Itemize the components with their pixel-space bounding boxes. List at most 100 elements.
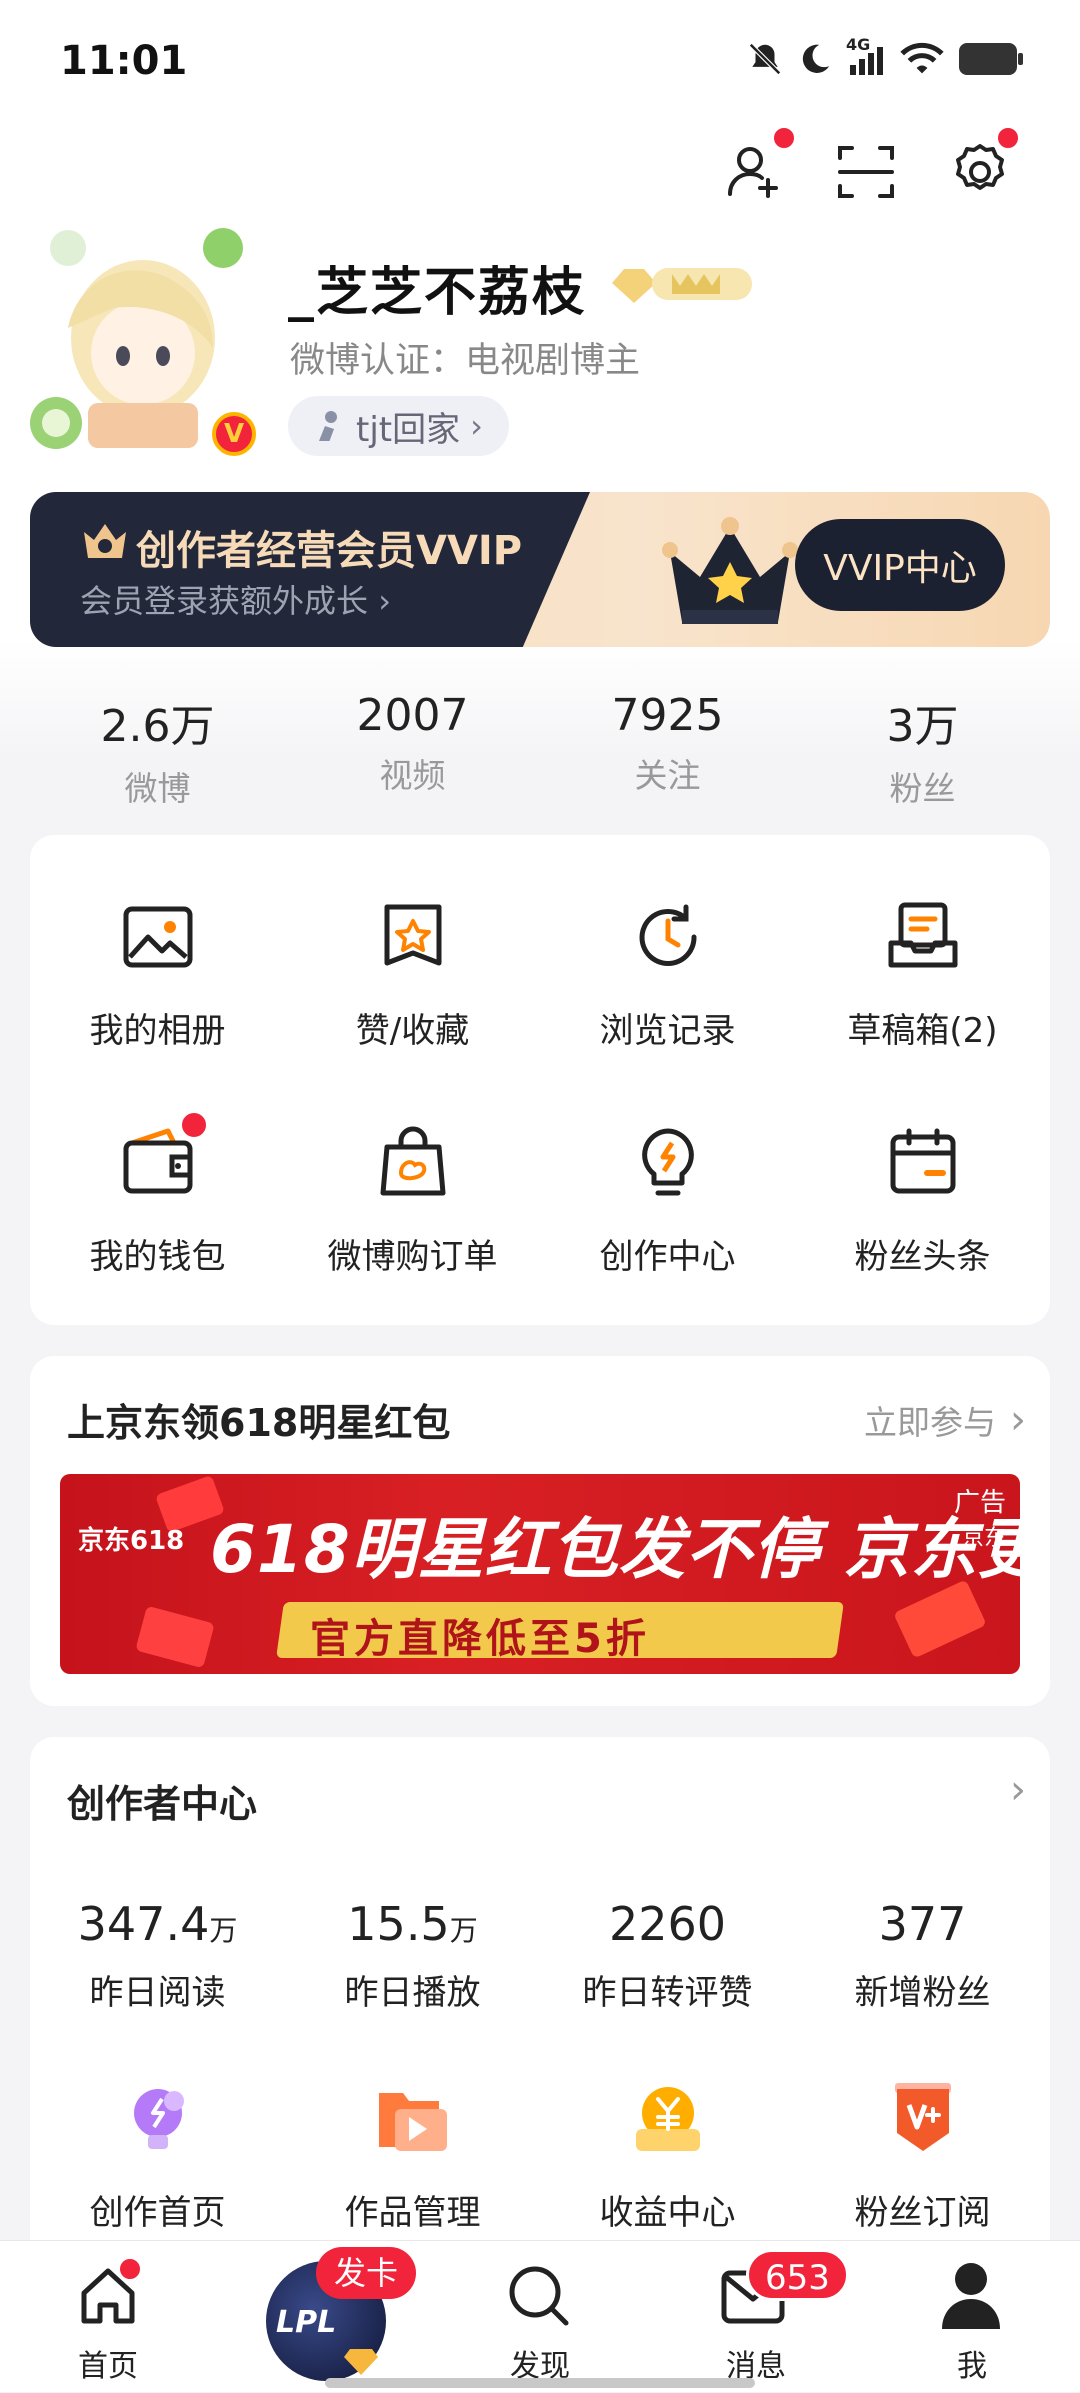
tab-label: 我 (957, 2349, 987, 2384)
creator-center-more[interactable]: › (1010, 1767, 1026, 1813)
vvip-center-button[interactable]: VVIP中心 (795, 519, 1005, 611)
tool-label: 我的相册 (89, 1011, 226, 1051)
add-friend-button[interactable] (722, 126, 796, 204)
join-now-label: 立即参与 (864, 1403, 996, 1442)
settings-button[interactable] (948, 126, 1020, 204)
tool-favorites[interactable]: 赞/收藏 (285, 897, 540, 1052)
calendar-icon (890, 1128, 955, 1194)
shortcut-creator-home[interactable]: 创作首页 (30, 2079, 285, 2234)
ad-headline: 618明星红包发不停 京东更便宜 (210, 1511, 1020, 1588)
history-icon (639, 904, 697, 966)
shopping-bag-icon (380, 1126, 445, 1196)
chevron-right-icon: › (378, 582, 391, 620)
creator-center-title[interactable]: 创作者中心 (67, 1773, 257, 1828)
tool-creator-center[interactable]: 创作中心 (540, 1123, 795, 1278)
promo-title: 上京东领618明星红包 (67, 1401, 451, 1445)
tool-label: 我的钱包 (89, 1237, 226, 1277)
tab-messages[interactable]: 653 消息 (648, 2241, 864, 2393)
tool-fan-headlines[interactable]: 粉丝头条 (795, 1123, 1050, 1278)
stat-label: 新增粉丝 (854, 1973, 991, 2013)
mute-bell-icon (749, 43, 781, 75)
tab-discover[interactable]: 发现 (432, 2241, 648, 2393)
tool-history[interactable]: 浏览记录 (540, 897, 795, 1052)
user-name[interactable]: _芝芝不荔枝 (288, 250, 586, 325)
join-now-link[interactable]: 立即参与 › (864, 1396, 1026, 1444)
stat-number: 2260 (608, 1897, 727, 1951)
creator-center-card: 创作者中心 › 347.4万 昨日阅读 15.5万 昨日播放 2260 昨日转评赞 3… (30, 1737, 1050, 2297)
stat-fans[interactable]: 3万 粉丝 (795, 690, 1050, 808)
tool-label: 微博购订单 (327, 1237, 498, 1277)
tag-label: tjt回家 (356, 409, 461, 450)
verified-badge-icon: V (212, 412, 256, 456)
ad-logo: 京东 (961, 1526, 1006, 1551)
stat-label: 视频 (379, 756, 446, 795)
avatar[interactable]: V (28, 218, 258, 458)
profile-icon (942, 2263, 1000, 2329)
stat-label: 昨日播放 (344, 1973, 481, 2013)
shortcut-fan-subscription[interactable]: 粉丝订阅 (795, 2079, 1050, 2234)
shortcut-earnings[interactable]: 收益中心 (540, 2079, 795, 2234)
notification-dot (772, 126, 796, 150)
scan-button[interactable] (834, 140, 898, 204)
stat-label: 微博 (124, 769, 191, 808)
interest-tag-pill[interactable]: tjt回家 › (288, 396, 509, 456)
lpl-logo-text: LPL (276, 2305, 337, 2340)
stat-number: 377 (878, 1897, 967, 1951)
stat-value: 2260 (540, 1897, 795, 1951)
video-folder-icon (378, 2093, 447, 2151)
gesture-home-indicator[interactable] (325, 2378, 755, 2388)
photo-album-icon (123, 906, 192, 968)
tab-me[interactable]: 我 (864, 2241, 1080, 2393)
tools-card: 我的相册 赞/收藏 浏览记录 草稿箱(2) 我的钱包 微博购订单 创作中心 粉丝… (30, 835, 1050, 1325)
stat-label: 昨日转评赞 (582, 1973, 753, 2013)
purple-bulb-icon (133, 2089, 184, 2149)
stat-value: 347.4万 (30, 1897, 285, 1951)
tab-center-card[interactable]: LPL 发卡 (216, 2241, 432, 2393)
creator-stat-new-fans[interactable]: 377 新增粉丝 (795, 1897, 1050, 2014)
vvip-banner[interactable]: 创作者经营会员VVIP 会员登录获额外成长 › VVIP中心 (30, 492, 1050, 647)
favorites-icon (384, 904, 441, 966)
tool-label: 赞/收藏 (355, 1011, 470, 1051)
status-bar: 11:01 4G (0, 0, 1080, 120)
drafts-icon (888, 902, 957, 968)
creator-shortcuts: 创作首页 作品管理 收益中心 粉丝订阅 (30, 2079, 1050, 2234)
red-envelope-decor (135, 1605, 215, 1669)
stat-videos[interactable]: 2007 视频 (285, 690, 540, 800)
message-count-badge: 653 (746, 2249, 849, 2301)
figure-icon (319, 411, 337, 441)
stat-number: 347.4 (77, 1897, 210, 1951)
tool-shopping-orders[interactable]: 微博购订单 (285, 1123, 540, 1278)
tab-home[interactable]: 首页 (0, 2241, 216, 2393)
card-badge: 发卡 (316, 2247, 417, 2299)
vvip-subtitle: 会员登录获额外成长 › (80, 576, 391, 622)
creator-stat-reads[interactable]: 347.4万 昨日阅读 (30, 1897, 285, 2014)
vvip-subtitle-text: 会员登录获额外成长 (80, 582, 369, 620)
tool-photo-album[interactable]: 我的相册 (30, 897, 285, 1052)
status-time: 11:01 (60, 38, 188, 84)
stat-number: 15.5 (347, 1897, 450, 1951)
jd-ad-banner[interactable]: 京东618 618明星红包发不停 京东更便宜 官方直降低至5折 广告 京东 (60, 1474, 1020, 1674)
stat-weibo[interactable]: 2.6万微博 (30, 690, 285, 808)
stat-value: 377 (795, 1897, 1050, 1951)
shortcut-works[interactable]: 作品管理 (285, 2079, 540, 2234)
gear-icon (956, 144, 1004, 190)
tool-drafts[interactable]: 草稿箱(2) (795, 897, 1050, 1052)
vip-crown-badge-icon[interactable] (602, 258, 760, 308)
ad-subline: 官方直降低至5折 (310, 1616, 650, 1662)
yuan-coin-icon (635, 2087, 700, 2151)
stat-following[interactable]: 7925 关注 (540, 690, 795, 800)
notification-dot (996, 126, 1020, 150)
creator-stat-plays[interactable]: 15.5万 昨日播放 (285, 1897, 540, 2014)
subscription-badge-icon (894, 2083, 951, 2151)
bottom-tab-bar: 首页 LPL 发卡 发现 653 消息 我 (0, 2240, 1080, 2392)
creator-stat-engagement[interactable]: 2260 昨日转评赞 (540, 1897, 795, 2014)
chevron-right-icon: › (470, 407, 483, 445)
tools-row-1: 我的相册 赞/收藏 浏览记录 草稿箱(2) (30, 897, 1050, 1052)
notification-dot (118, 2257, 142, 2281)
tool-wallet[interactable]: 我的钱包 (30, 1111, 285, 1278)
chevron-right-icon: › (1010, 1767, 1026, 1813)
stat-value: 2.6万 (100, 701, 215, 752)
ad-label: 广告 (953, 1488, 1006, 1518)
wifi-icon (900, 42, 944, 74)
crown-icon (662, 517, 798, 624)
